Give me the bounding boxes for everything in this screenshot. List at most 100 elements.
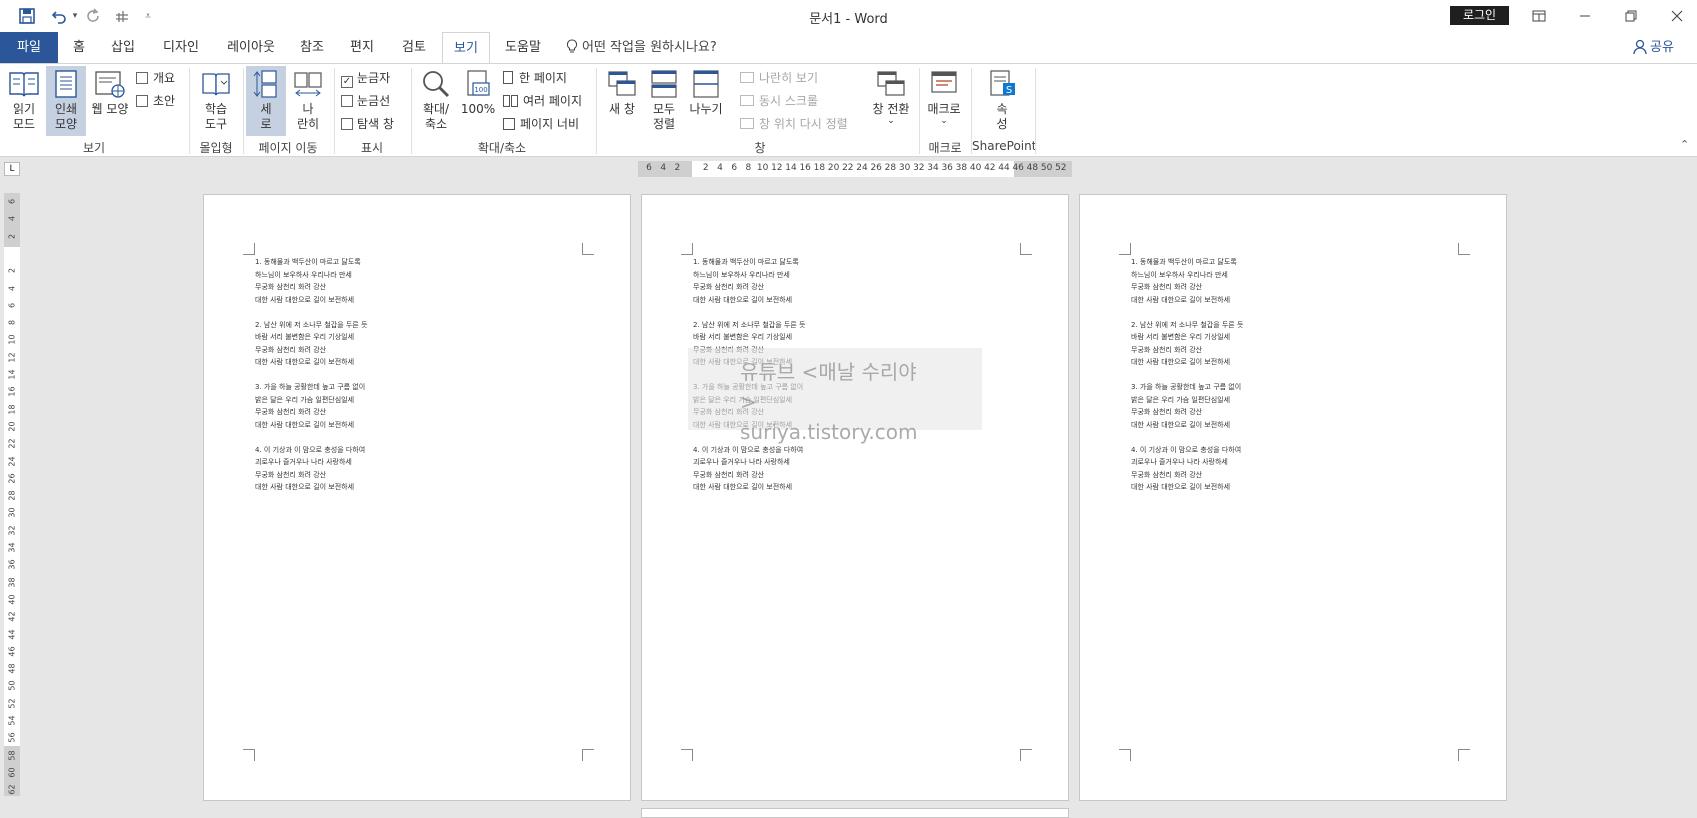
print-layout-button[interactable]: 인쇄 모양 <box>46 66 86 136</box>
tab-layout[interactable]: 레이아웃 <box>220 32 282 63</box>
tab-references[interactable]: 참조 <box>294 32 330 63</box>
arrange-all-button[interactable]: 모두 정렬 <box>644 66 684 136</box>
navigation-pane-label: 탐색 창 <box>357 117 394 131</box>
divider <box>596 68 597 154</box>
tab-help[interactable]: 도움말 <box>500 32 546 63</box>
side-by-side-button[interactable]: 나란히 보기 <box>740 68 818 88</box>
share-button[interactable]: 공유 <box>1633 32 1674 63</box>
collapse-ribbon-icon[interactable]: ⌃ <box>1680 138 1689 151</box>
switch-windows-button[interactable]: 창 전환 ⌄ <box>868 66 914 136</box>
text-line: 무궁화 삼천리 화려 강산 <box>255 470 327 479</box>
ruler-tick-label: 58 <box>7 750 17 761</box>
vertical-label: 세 로 <box>260 102 272 131</box>
document-page[interactable]: 1. 동해물과 백두산이 마르고 닳도록 하느님이 보우하사 우리나라 만세 무궁화… <box>203 194 631 801</box>
learning-tools-button[interactable]: 학습 도구 <box>196 66 236 136</box>
page-width-button[interactable]: 페이지 너비 <box>503 114 579 134</box>
chevron-down-icon: ⌄ <box>940 116 948 126</box>
sharepoint-properties-icon: S <box>990 70 1015 96</box>
checkbox-icon <box>341 118 353 130</box>
login-button[interactable]: 로그인 <box>1450 6 1509 25</box>
ruler-tick-label: 18 <box>813 163 826 173</box>
one-page-label: 한 페이지 <box>519 71 567 85</box>
restore-icon[interactable] <box>1608 0 1654 32</box>
ruler-checkbox[interactable]: ✓ 눈금자 <box>341 68 390 88</box>
tab-review[interactable]: 검토 <box>394 32 434 63</box>
divider <box>334 68 335 154</box>
text-line: 대한 사람 대한으로 길이 보전하세 <box>1131 420 1231 429</box>
tab-insert[interactable]: 삽입 <box>104 32 142 63</box>
multiple-pages-button[interactable]: 여러 페이지 <box>503 91 582 111</box>
outline-button[interactable]: 개요 <box>136 68 175 88</box>
tab-selector[interactable]: L <box>4 162 20 176</box>
text-line: 대한 사람 대한으로 길이 보전하세 <box>1131 295 1231 304</box>
crop-mark <box>243 243 255 255</box>
close-icon[interactable] <box>1654 0 1697 32</box>
ruler-tick-label: 26 <box>7 473 17 484</box>
text-line: 대한 사람 대한으로 길이 보전하세 <box>255 420 355 429</box>
document-page[interactable]: 1. 동해물과 백두산이 마르고 닳도록 하느님이 보우하사 우리나라 만세 무궁화… <box>641 194 1069 801</box>
ruler-tick-label: 4 <box>660 163 667 173</box>
one-page-button[interactable]: 한 페이지 <box>503 68 567 88</box>
zoom-button[interactable]: 확대/ 축소 <box>416 66 456 136</box>
zoom-100-button[interactable]: 100 100% <box>458 66 498 136</box>
check-icon: ✓ <box>341 76 353 88</box>
crop-mark <box>1119 749 1131 761</box>
tab-view[interactable]: 보기 <box>442 32 490 64</box>
group-immersive-label: 몰입형 <box>199 141 233 155</box>
next-page-edge <box>641 808 1069 818</box>
new-window-button[interactable]: 새 창 <box>602 66 642 136</box>
tab-mailings[interactable]: 편지 <box>344 32 380 63</box>
text-line: 밝은 달은 우리 가슴 일편단심일세 <box>255 395 355 404</box>
side-to-side-button[interactable]: 나 란히 <box>288 66 328 136</box>
read-mode-button[interactable]: 읽기 모드 <box>4 66 44 136</box>
ribbon-display-icon[interactable] <box>1516 0 1562 32</box>
text-line: 바람 서리 불변함은 우리 기상일세 <box>693 333 793 341</box>
sync-scroll-button[interactable]: 동시 스크롤 <box>740 91 818 111</box>
tab-design[interactable]: 디자인 <box>156 32 206 63</box>
text-line: 무궁화 삼천리 화려 강산 <box>255 408 327 416</box>
ruler-tick-label: 4 <box>717 163 723 173</box>
horizontal-ruler[interactable]: 6 4 2 2 4 6 8 10 12 14 16 18 20 22 24 26 28 30 32 34 36 38 40 4… <box>638 161 1072 177</box>
lightbulb-icon <box>566 35 578 66</box>
draft-button[interactable]: 초안 <box>136 91 175 111</box>
document-page[interactable]: 1. 동해물과 백두산이 마르고 닳도록 하느님이 보우하사 우리나라 만세 무궁화… <box>1079 194 1507 801</box>
ruler-tick-label: 56 <box>7 732 17 743</box>
split-button[interactable]: 나누기 <box>686 66 726 136</box>
split-label: 나누기 <box>689 102 723 116</box>
text-line: 대한 사람 대한으로 길이 보전하세 <box>1131 358 1231 366</box>
ruler-tick-label: 6 <box>646 163 652 173</box>
text-line <box>255 369 367 382</box>
zoom-100-icon: 100 <box>467 70 490 96</box>
read-mode-label: 읽기 모드 <box>12 102 36 131</box>
ruler-tick-label: 38 <box>955 163 968 173</box>
ribbon-tabs: 파일 홈 삽입 디자인 레이아웃 참조 편지 검토 보기 도움말 어떤 작업을 … <box>0 32 1697 64</box>
reset-window-button[interactable]: 창 위치 다시 정렬 <box>740 114 848 134</box>
web-layout-label: 웹 모양 <box>91 102 129 116</box>
minimize-icon[interactable] <box>1562 0 1608 32</box>
properties-button[interactable]: S 속 성 <box>984 66 1020 136</box>
chevron-down-icon: ⌄ <box>887 116 895 126</box>
tab-home[interactable]: 홈 <box>64 32 94 63</box>
text-line: 1. 동해물과 백두산이 마르고 닳도록 <box>1131 258 1237 266</box>
gridlines-label: 눈금선 <box>357 94 391 108</box>
text-line: 무궁화 삼천리 화려 강산 <box>1131 283 1203 291</box>
page-width-icon <box>503 118 515 130</box>
vertical-ruler[interactable]: 6 4 2 2 4 6 8 10 12 14 16 18 20 22 24 26 28 30 32 34 36 38 40 4… <box>4 193 20 796</box>
ruler-tick-label: 28 <box>884 163 897 173</box>
new-window-icon <box>608 71 636 96</box>
group-sharepoint-label: SharePoint <box>972 139 1037 153</box>
ruler-tick-label: 2 <box>674 163 681 173</box>
share-label: 공유 <box>1650 40 1674 55</box>
navigation-pane-checkbox[interactable]: 탐색 창 <box>341 114 394 134</box>
macros-button[interactable]: 매크로 ⌄ <box>922 66 966 136</box>
vertical-button[interactable]: 세 로 <box>246 66 286 136</box>
text-line <box>1131 431 1243 444</box>
tab-file[interactable]: 파일 <box>0 32 58 63</box>
gridlines-checkbox[interactable]: 눈금선 <box>341 91 390 111</box>
ruler-bar: L 6 4 2 2 4 6 8 10 12 14 16 18 20 22 24 26 28 30 32 34 36 38 4… <box>0 157 1697 181</box>
text-line: 바람 서리 불변함은 우리 기상일세 <box>1131 333 1231 341</box>
text-line <box>693 306 805 319</box>
tell-me-box[interactable]: 어떤 작업을 원하시나요? <box>566 32 717 63</box>
ruler-tick-label: 62 <box>7 784 17 795</box>
web-layout-button[interactable]: 웹 모양 <box>88 66 132 136</box>
